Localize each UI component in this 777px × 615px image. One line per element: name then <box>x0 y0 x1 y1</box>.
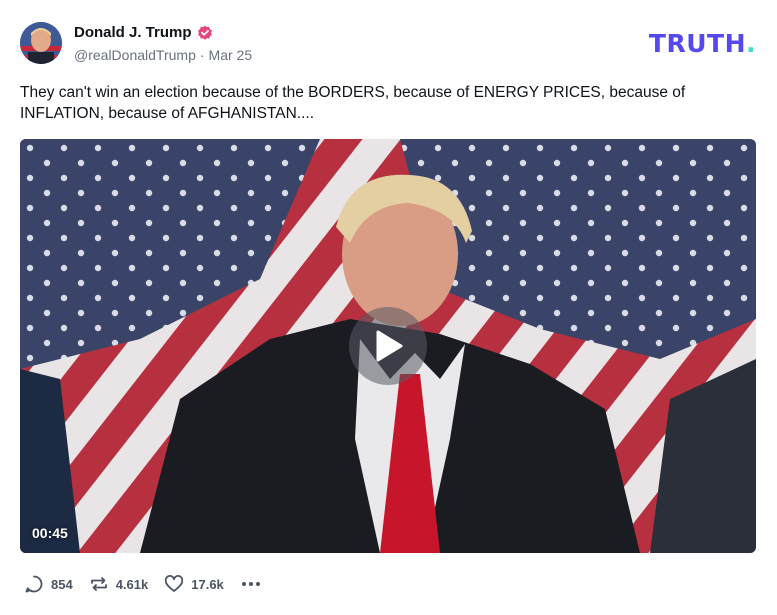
play-icon <box>376 330 403 362</box>
reply-icon <box>25 575 43 593</box>
logo-dot: . <box>746 29 756 58</box>
post-text: They can't win an election because of th… <box>20 84 686 122</box>
author-handle[interactable]: @realDonaldTrump <box>74 47 196 63</box>
like-count: 17.6k <box>191 576 224 592</box>
more-options-button[interactable] <box>240 582 262 586</box>
retruth-count: 4.61k <box>115 576 149 592</box>
post-actions: 854 4.61k 17.6k <box>24 574 262 594</box>
video-duration: 00:45 <box>32 525 68 541</box>
more-icon <box>241 582 246 586</box>
retruth-button[interactable]: 4.61k <box>89 574 149 594</box>
reply-button[interactable]: 854 <box>24 574 73 594</box>
meta-separator: · <box>199 47 205 63</box>
like-button[interactable]: 17.6k <box>164 574 224 594</box>
retruth-icon <box>90 577 107 591</box>
like-icon <box>165 575 184 592</box>
avatar[interactable] <box>20 22 62 64</box>
video-player[interactable]: 00:45 <box>20 139 756 553</box>
reply-count: 854 <box>51 576 73 592</box>
truth-logo[interactable]: TRUTH. <box>649 29 756 58</box>
author-name[interactable]: Donald J. Trump <box>74 24 192 41</box>
post-date[interactable]: Mar 25 <box>209 47 253 63</box>
play-button[interactable] <box>349 307 427 385</box>
logo-text: TRUTH <box>648 29 746 58</box>
verified-badge-icon <box>197 25 212 40</box>
